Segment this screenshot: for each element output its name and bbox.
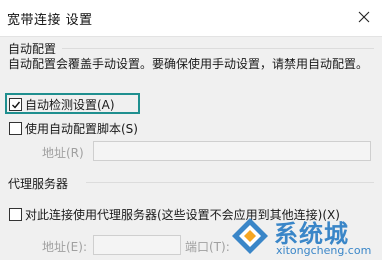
window-title: 宽带连接 设置	[7, 13, 93, 28]
title-bar: 宽带连接 设置	[0, 0, 382, 36]
auto-config-group-label: 自动配置	[8, 40, 61, 57]
script-address-label: 地址(R)	[42, 146, 84, 160]
script-address-input[interactable]	[93, 141, 371, 161]
use-script-checkbox[interactable]: 使用自动配置脚本(S)	[9, 120, 138, 137]
close-icon	[358, 11, 370, 23]
checkbox-checked-icon	[9, 98, 22, 111]
use-script-label: 使用自动配置脚本(S)	[25, 122, 138, 136]
proxy-address-input[interactable]	[93, 235, 181, 255]
proxy-group-label: 代理服务器	[8, 175, 73, 192]
auto-config-divider	[62, 48, 374, 49]
auto-config-description: 自动配置会覆盖手动设置。要确保使用手动设置，请禁用自动配置。	[8, 57, 369, 71]
proxy-address-label: 地址(E):	[42, 240, 87, 254]
auto-detect-checkbox[interactable]: 自动检测设置(A)	[9, 96, 115, 113]
proxy-port-label: 端口(T):	[185, 240, 230, 254]
watermark-text-en: xitongcheng.com	[276, 244, 372, 257]
close-button[interactable]	[349, 3, 379, 31]
watermark-logo-icon	[232, 218, 268, 254]
proxy-divider	[86, 182, 374, 183]
auto-detect-label: 自动检测设置(A)	[25, 98, 115, 112]
checkbox-unchecked-icon	[9, 122, 22, 135]
checkbox-unchecked-icon	[9, 208, 22, 221]
site-watermark: 系统城 xitongcheng.com	[226, 212, 382, 260]
